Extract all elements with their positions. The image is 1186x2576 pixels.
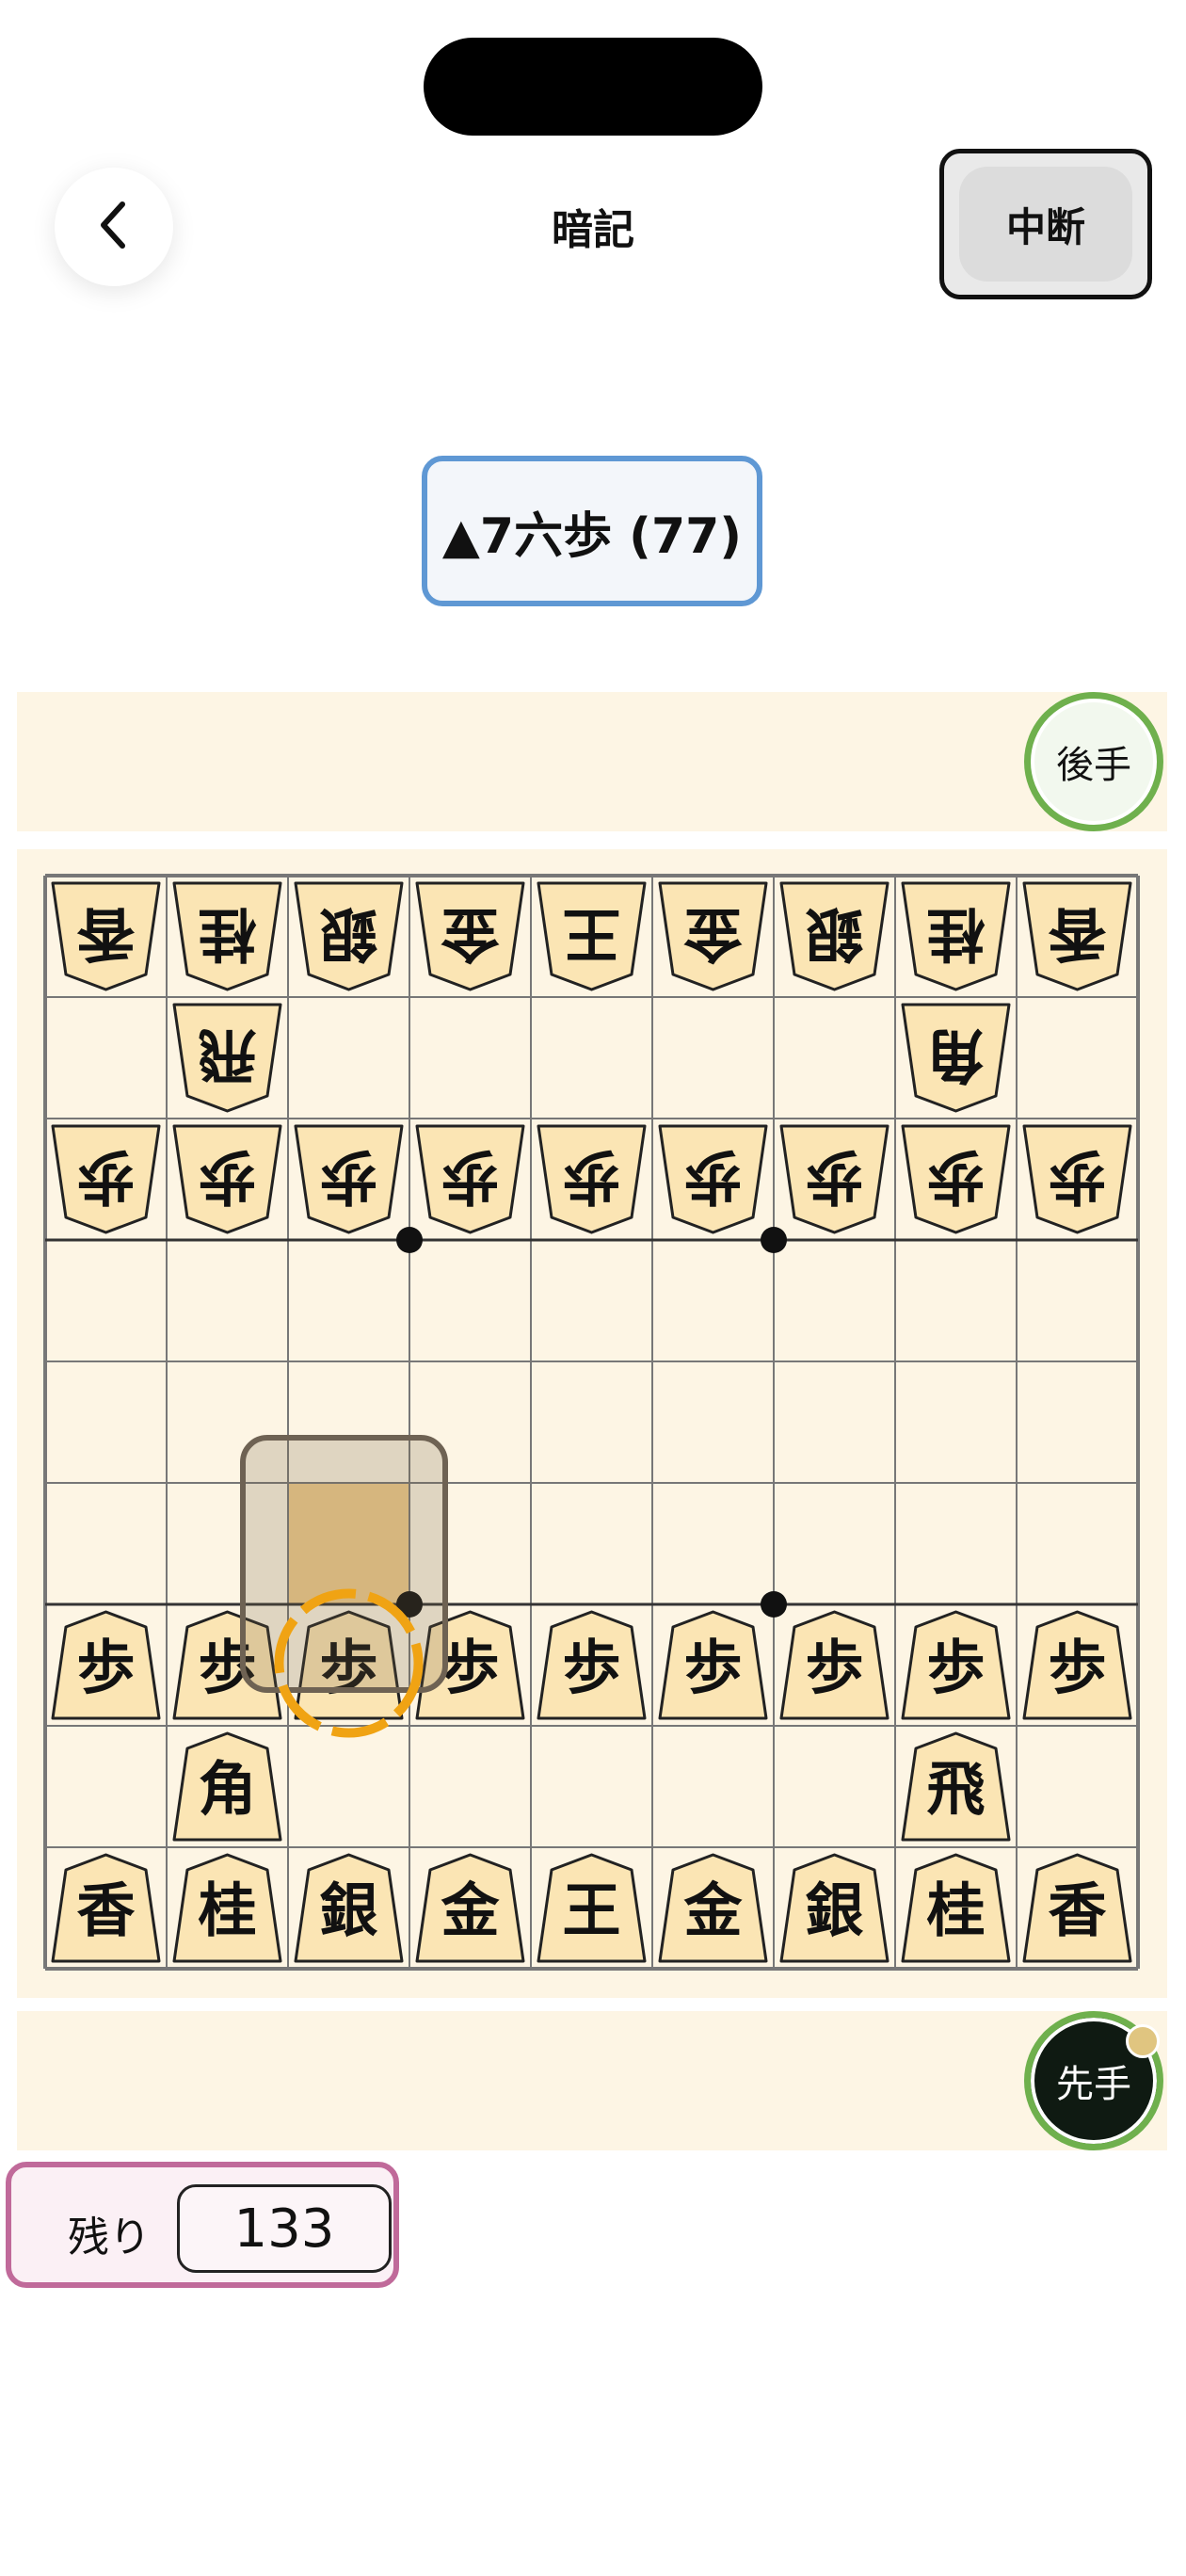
move-notation: ▲7六歩 (77)	[422, 456, 762, 606]
chevron-left-icon	[90, 197, 137, 257]
shogi-piece[interactable]: 歩	[901, 1124, 1011, 1234]
shogi-piece[interactable]: 歩	[51, 1124, 161, 1234]
piece-label: 桂	[198, 1876, 256, 1945]
device-notch	[424, 38, 762, 136]
back-button[interactable]	[55, 168, 173, 286]
shogi-piece[interactable]: 飛	[172, 1003, 282, 1113]
piece-label: 歩	[198, 1143, 256, 1212]
shogi-piece[interactable]: 歩	[294, 1124, 404, 1234]
remaining-counter: 残り 133	[6, 2162, 399, 2288]
piece-label: 桂	[926, 900, 985, 969]
shogi-piece[interactable]: 歩	[537, 1610, 647, 1720]
shogi-piece[interactable]: 金	[658, 881, 768, 991]
piece-label: 王	[562, 900, 620, 969]
piece-label: 歩	[805, 1143, 863, 1212]
board-svg: 香桂銀金王金銀桂香飛角歩歩歩歩歩歩歩歩歩歩歩歩歩歩歩歩歩歩角飛香桂銀金王金銀桂香	[43, 874, 1140, 1971]
piece-label: 金	[440, 1876, 500, 1945]
piece-label: 飛	[926, 1755, 985, 1824]
star-point	[761, 1591, 787, 1618]
remaining-label: 残り	[68, 2214, 151, 2262]
shogi-piece[interactable]: 歩	[172, 1124, 282, 1234]
shogi-piece[interactable]: 王	[537, 881, 647, 991]
gote-hand-area	[17, 692, 1167, 831]
shogi-piece[interactable]: 金	[415, 1853, 525, 1963]
shogi-piece[interactable]: 金	[658, 1853, 768, 1963]
piece-label: 歩	[926, 1634, 985, 1702]
shogi-piece[interactable]: 歩	[901, 1610, 1011, 1720]
piece-label: 歩	[683, 1634, 742, 1702]
shogi-piece[interactable]: 桂	[901, 1853, 1011, 1963]
piece-label: 飛	[198, 1022, 256, 1090]
piece-label: 歩	[1048, 1143, 1106, 1212]
shogi-piece[interactable]: 桂	[901, 881, 1011, 991]
piece-label: 銀	[319, 1876, 377, 1945]
shogi-board: 香桂銀金王金銀桂香飛角歩歩歩歩歩歩歩歩歩歩歩歩歩歩歩歩歩歩角飛香桂銀金王金銀桂香	[17, 849, 1167, 1998]
piece-label: 香	[1048, 900, 1106, 969]
shogi-piece[interactable]: 歩	[51, 1610, 161, 1720]
piece-label: 角	[926, 1022, 985, 1090]
turn-indicator-dot	[1126, 2024, 1160, 2058]
piece-label: 歩	[76, 1143, 135, 1212]
shogi-piece[interactable]: 歩	[415, 1124, 525, 1234]
piece-label: 歩	[1048, 1634, 1106, 1702]
shogi-piece[interactable]: 銀	[779, 1853, 890, 1963]
sente-hand-area	[17, 2011, 1167, 2150]
piece-label: 歩	[926, 1143, 985, 1212]
piece-label: 金	[683, 900, 744, 969]
piece-label: 歩	[441, 1143, 499, 1212]
piece-label: 金	[441, 900, 501, 969]
shogi-piece[interactable]: 王	[537, 1853, 647, 1963]
shogi-piece[interactable]: 歩	[1022, 1124, 1132, 1234]
piece-label: 歩	[562, 1634, 620, 1702]
shogi-piece[interactable]: 歩	[779, 1610, 890, 1720]
piece-label: 銀	[805, 1876, 863, 1945]
piece-label: 王	[562, 1876, 620, 1945]
piece-label: 歩	[683, 1143, 742, 1212]
shogi-piece[interactable]: 桂	[172, 1853, 282, 1963]
shogi-piece[interactable]: 香	[51, 881, 161, 991]
shogi-piece[interactable]: 歩	[779, 1124, 890, 1234]
piece-label: 歩	[76, 1634, 135, 1702]
shogi-piece[interactable]: 角	[901, 1003, 1011, 1113]
shogi-piece[interactable]: 香	[1022, 1853, 1132, 1963]
star-point	[396, 1227, 423, 1253]
shogi-piece[interactable]: 銀	[294, 881, 404, 991]
piece-label: 桂	[926, 1876, 985, 1945]
remaining-count: 133	[177, 2184, 392, 2273]
piece-label: 歩	[319, 1143, 377, 1212]
shogi-piece[interactable]: 香	[51, 1853, 161, 1963]
page-title: 暗記	[552, 206, 634, 254]
shogi-piece[interactable]: 銀	[779, 881, 890, 991]
pause-button[interactable]: 中断	[939, 149, 1152, 299]
piece-label: 香	[76, 1876, 135, 1945]
piece-label: 角	[198, 1755, 256, 1824]
piece-label: 香	[1048, 1876, 1106, 1945]
gote-player-badge: 後手	[1024, 692, 1163, 831]
piece-label: 桂	[198, 900, 256, 969]
piece-label: 銀	[805, 900, 863, 969]
star-point	[761, 1227, 787, 1253]
pause-button-label: 中断	[959, 167, 1132, 282]
piece-label: 歩	[441, 1634, 499, 1702]
shogi-piece[interactable]: 銀	[294, 1853, 404, 1963]
shogi-piece[interactable]: 歩	[1022, 1610, 1132, 1720]
shogi-piece[interactable]: 香	[1022, 881, 1132, 991]
piece-label: 香	[76, 900, 135, 969]
piece-label: 歩	[562, 1143, 620, 1212]
shogi-piece[interactable]: 飛	[901, 1731, 1011, 1842]
shogi-piece[interactable]: 桂	[172, 881, 282, 991]
shogi-piece[interactable]: 金	[415, 881, 525, 991]
shogi-piece[interactable]: 歩	[537, 1124, 647, 1234]
shogi-piece[interactable]: 角	[172, 1731, 282, 1842]
piece-label: 歩	[805, 1634, 863, 1702]
piece-label: 金	[682, 1876, 743, 1945]
shogi-piece[interactable]: 歩	[658, 1124, 768, 1234]
piece-label: 銀	[319, 900, 377, 969]
shogi-piece[interactable]: 歩	[658, 1610, 768, 1720]
